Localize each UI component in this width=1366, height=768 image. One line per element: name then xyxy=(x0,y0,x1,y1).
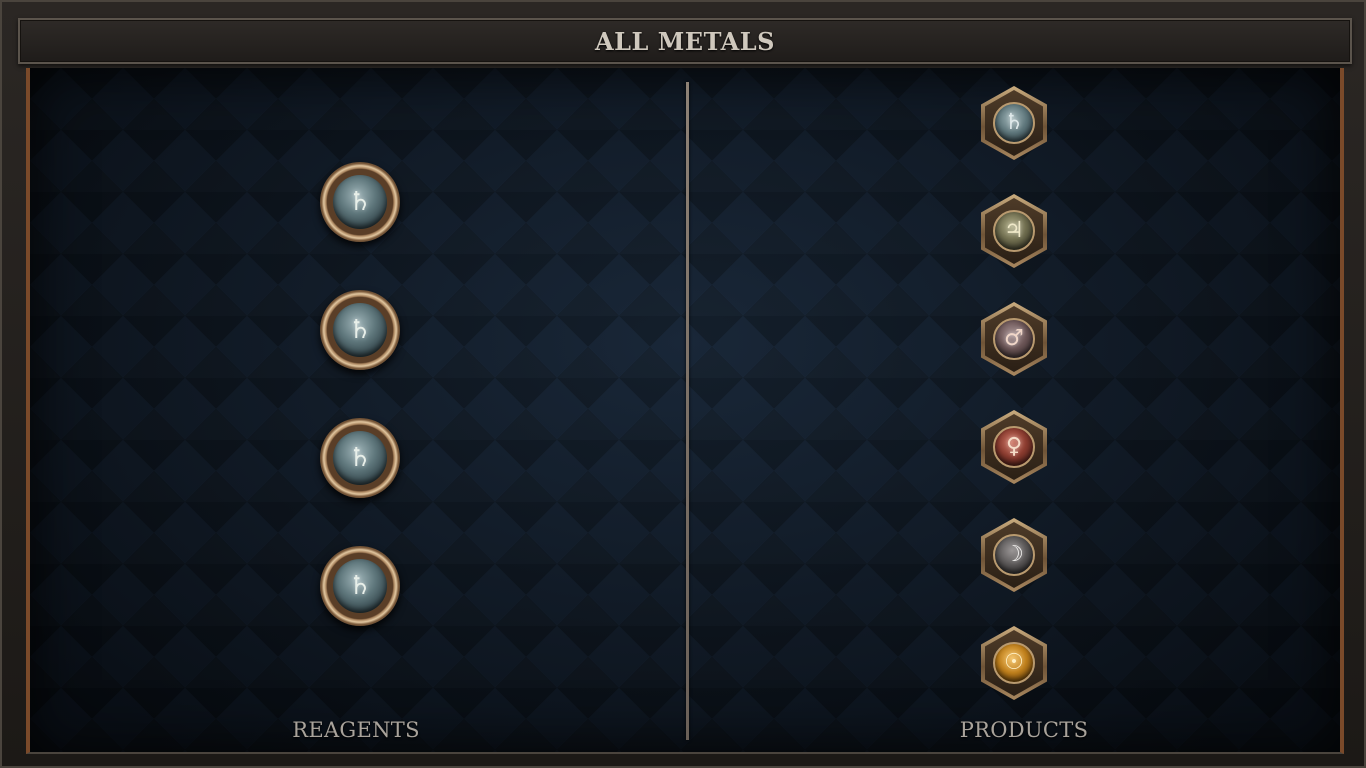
lead-saturn-icon: ♄ xyxy=(348,571,372,601)
reagent-orb: ♄ xyxy=(333,303,387,357)
reagent-slot-4[interactable]: ♄ xyxy=(320,546,400,626)
lead-saturn-icon: ♄ xyxy=(348,443,372,473)
product-orb: ♄ xyxy=(993,102,1035,144)
product-slot-6[interactable]: ☉ xyxy=(981,626,1047,700)
product-orb: ♂ xyxy=(993,318,1035,360)
product-orb: ☽ xyxy=(993,534,1035,576)
reagent-orb: ♄ xyxy=(333,431,387,485)
column-divider xyxy=(686,82,689,740)
reagent-slot-1[interactable]: ♄ xyxy=(320,162,400,242)
reagent-slot-3[interactable]: ♄ xyxy=(320,418,400,498)
window-frame: ALL METALS ♄ ♄ ♄ ♄ REAGENTS ♄ ♃ ♂ ♀ ☽ ☉ … xyxy=(0,0,1366,768)
product-slot-3[interactable]: ♂ xyxy=(981,302,1047,376)
window-title: ALL METALS xyxy=(595,26,775,56)
recipe-panel: ♄ ♄ ♄ ♄ REAGENTS ♄ ♃ ♂ ♀ ☽ ☉ PRODUCTS xyxy=(26,68,1344,754)
lead-saturn-icon: ♄ xyxy=(348,315,372,345)
title-bar: ALL METALS xyxy=(18,18,1352,64)
lead-saturn-icon: ♄ xyxy=(1004,110,1024,135)
copper-venus-icon: ♀ xyxy=(1005,434,1023,459)
lead-saturn-icon: ♄ xyxy=(348,187,372,217)
products-label: PRODUCTS xyxy=(959,718,1089,742)
silver-moon-icon: ☽ xyxy=(1004,542,1024,567)
product-orb: ♃ xyxy=(993,210,1035,252)
tin-jupiter-icon: ♃ xyxy=(1004,218,1024,243)
reagents-label: REAGENTS xyxy=(292,718,420,742)
reagent-slot-2[interactable]: ♄ xyxy=(320,290,400,370)
product-slot-1[interactable]: ♄ xyxy=(981,86,1047,160)
gold-sun-icon: ☉ xyxy=(1004,650,1024,675)
reagent-orb: ♄ xyxy=(333,559,387,613)
product-slot-4[interactable]: ♀ xyxy=(981,410,1047,484)
iron-mars-icon: ♂ xyxy=(1004,326,1024,351)
product-orb: ☉ xyxy=(993,642,1035,684)
product-slot-5[interactable]: ☽ xyxy=(981,518,1047,592)
product-orb: ♀ xyxy=(993,426,1035,468)
product-slot-2[interactable]: ♃ xyxy=(981,194,1047,268)
reagent-orb: ♄ xyxy=(333,175,387,229)
